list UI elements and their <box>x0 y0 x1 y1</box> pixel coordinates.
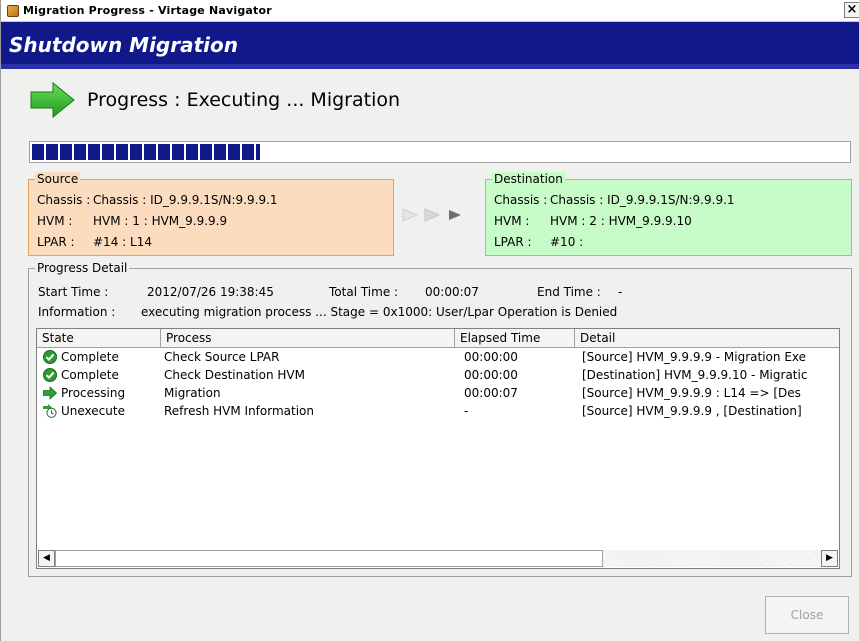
total-time-value: 00:00:07 <box>425 285 479 299</box>
green-arrow-icon <box>30 82 75 118</box>
migration-progress-window: Migration Progress - Virtage Navigator ×… <box>0 0 859 641</box>
column-header-process[interactable]: Process <box>161 329 455 347</box>
row-detail: [Destination] HVM_9.9.9.10 - Migratic <box>582 368 808 382</box>
row-process: Migration <box>164 386 221 400</box>
total-time-label: Total Time : <box>329 285 399 299</box>
row-detail: [Source] HVM_9.9.9.9 , [Destination] <box>582 404 802 418</box>
source-chassis-value: Chassis : ID_9.9.9.1S/N:9.9.9.1 <box>93 193 278 207</box>
information-label: Information : <box>38 305 116 319</box>
destination-lpar-value: #10 : <box>550 235 584 249</box>
destination-hvm-label: HVM : <box>494 214 530 228</box>
progress-bar-fill <box>32 144 261 160</box>
progress-detail-legend: Progress Detail <box>35 261 130 275</box>
destination-lpar-row: LPAR : #10 : <box>494 234 583 250</box>
table-row[interactable]: Complete Check Destination HVM 00:00:00 … <box>37 366 839 384</box>
source-hvm-label: HVM : <box>37 214 73 228</box>
source-chassis-row: Chassis : Chassis : ID_9.9.9.1S/N:9.9.9.1 <box>37 192 278 208</box>
banner: Shutdown Migration <box>1 22 859 69</box>
row-detail: [Source] HVM_9.9.9.9 - Migration Exe <box>582 350 807 364</box>
title-bar[interactable]: Migration Progress - Virtage Navigator × <box>1 0 859 22</box>
destination-hvm-row: HVM : HVM : 2 : HVM_9.9.9.10 <box>494 213 692 229</box>
window-close-button[interactable]: × <box>844 2 859 18</box>
progress-heading: Progress : Executing ... Migration <box>29 82 400 118</box>
close-button[interactable]: Close <box>765 596 849 634</box>
row-process: Refresh HVM Information <box>164 404 314 418</box>
destination-lpar-label: LPAR : <box>494 235 532 249</box>
row-elapsed: 00:00:00 <box>464 350 518 364</box>
destination-legend: Destination <box>492 172 565 186</box>
table-header: State Process Elapsed Time Detail <box>37 329 839 348</box>
table-row[interactable]: Processing Migration 00:00:07 [Source] H… <box>37 384 839 402</box>
app-icon <box>7 4 19 17</box>
row-state: Unexecute <box>61 404 125 418</box>
progress-table: State Process Elapsed Time Detail Comple… <box>36 328 840 569</box>
scroll-right-icon[interactable]: ▶ <box>821 550 838 567</box>
scrollbar-thumb[interactable] <box>55 550 603 567</box>
horizontal-scrollbar[interactable]: ◀ ▶ <box>38 550 838 567</box>
row-process: Check Destination HVM <box>164 368 305 382</box>
source-group: Source Chassis : Chassis : ID_9.9.9.1S/N:… <box>28 172 394 256</box>
row-elapsed: - <box>464 404 469 418</box>
source-hvm-value: HVM : 1 : HVM_9.9.9.9 <box>93 214 228 228</box>
destination-hvm-value: HVM : 2 : HVM_9.9.9.10 <box>550 214 692 228</box>
arrow-icon <box>43 386 57 400</box>
source-lpar-row: LPAR : #14 : L14 <box>37 234 152 250</box>
table-row[interactable]: Unexecute Refresh HVM Information - [Sou… <box>37 402 839 420</box>
row-elapsed: 00:00:00 <box>464 368 518 382</box>
end-time-label: End Time : <box>537 285 601 299</box>
table-row[interactable]: Complete Check Source LPAR 00:00:00 [Sou… <box>37 348 839 366</box>
destination-chassis-label: Chassis : <box>494 193 548 207</box>
information-value: executing migration process ... Stage = … <box>141 305 618 319</box>
banner-title: Shutdown Migration <box>9 33 239 57</box>
row-state: Complete <box>61 368 119 382</box>
window-title: Migration Progress - Virtage Navigator <box>23 4 272 17</box>
check-icon <box>43 350 57 364</box>
source-chassis-label: Chassis : <box>37 193 91 207</box>
source-lpar-value: #14 : L14 <box>93 235 152 249</box>
destination-chassis-value: Chassis : ID_9.9.9.1S/N:9.9.9.1 <box>550 193 735 207</box>
end-time-value: - <box>618 285 623 299</box>
scroll-left-icon[interactable]: ◀ <box>38 550 55 567</box>
transfer-arrows-icon <box>402 208 461 222</box>
column-header-state[interactable]: State <box>37 329 161 347</box>
source-lpar-label: LPAR : <box>37 235 75 249</box>
check-icon <box>43 368 57 382</box>
column-header-detail[interactable]: Detail <box>575 329 839 347</box>
source-legend: Source <box>35 172 81 186</box>
start-time-label: Start Time : <box>38 285 109 299</box>
column-header-elapsed-time[interactable]: Elapsed Time <box>455 329 575 347</box>
row-state: Complete <box>61 350 119 364</box>
progress-status-text: Progress : Executing ... Migration <box>87 89 401 111</box>
migration-progress-bar <box>29 141 851 163</box>
row-state: Processing <box>61 386 126 400</box>
row-process: Check Source LPAR <box>164 350 280 364</box>
row-elapsed: 00:00:07 <box>464 386 518 400</box>
start-time-value: 2012/07/26 19:38:45 <box>147 285 274 299</box>
destination-group: Destination Chassis : Chassis : ID_9.9.9.… <box>485 172 852 256</box>
row-detail: [Source] HVM_9.9.9.9 : L14 => [Des <box>582 386 801 400</box>
destination-chassis-row: Chassis : Chassis : ID_9.9.9.1S/N:9.9.9.1 <box>494 192 735 208</box>
pending-icon <box>43 404 57 418</box>
source-hvm-row: HVM : HVM : 1 : HVM_9.9.9.9 <box>37 213 227 229</box>
